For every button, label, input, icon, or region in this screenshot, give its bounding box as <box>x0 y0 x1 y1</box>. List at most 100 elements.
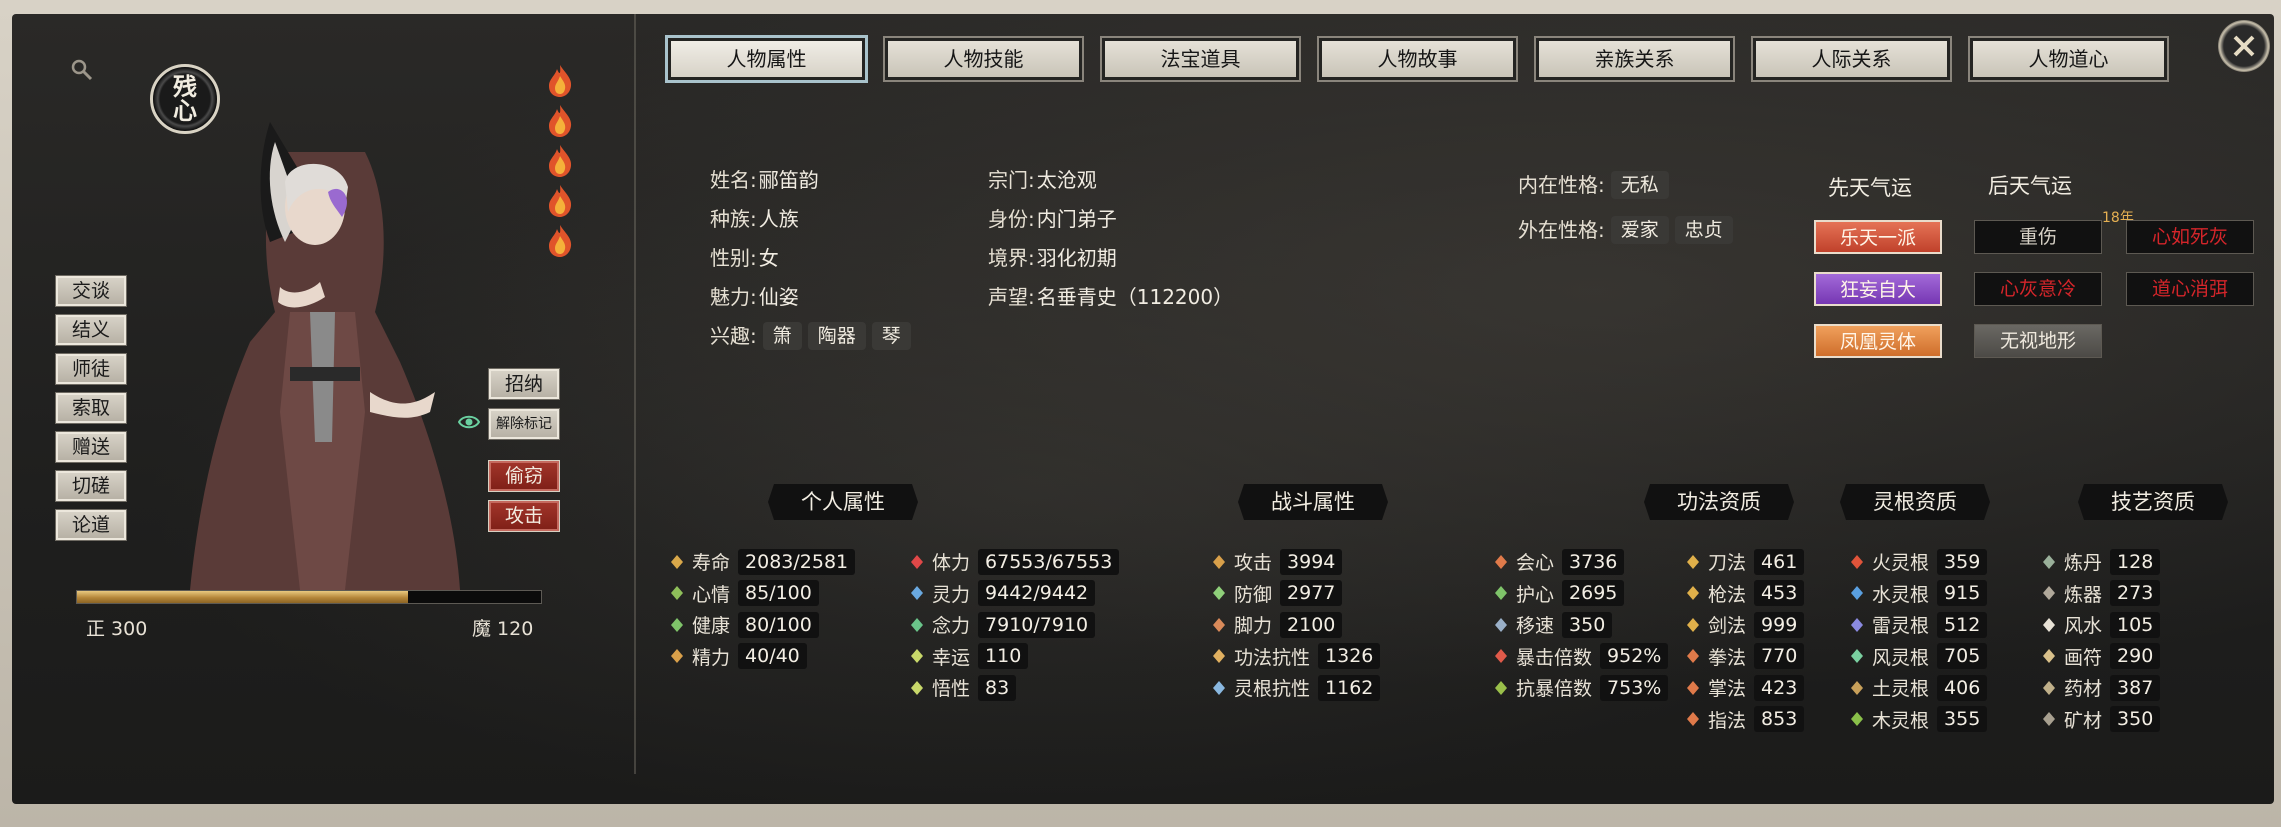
acquired-luck-trait[interactable]: 无视地形 <box>1974 324 2102 358</box>
stat-value: 110 <box>978 643 1029 670</box>
steal-button[interactable]: 偷窃 <box>488 460 560 492</box>
column-divider <box>634 14 636 774</box>
combat-stats-a: 攻击 3994 防御 2977 脚力 2100 功法抗性 1326 灵根抗性 1162 <box>1210 546 1381 704</box>
action-button-1[interactable]: 结义 <box>55 314 127 346</box>
innate-luck-trait[interactable]: 凤凰灵体 <box>1814 324 1942 358</box>
tab-5[interactable]: 人际关系 <box>1751 36 1952 82</box>
race-label: 种族: <box>710 206 757 231</box>
tab-4[interactable]: 亲族关系 <box>1534 36 1735 82</box>
stat-row: 画符 290 <box>2040 641 2161 673</box>
defense-icon <box>1210 584 1228 602</box>
hobby-label: 兴趣: <box>710 323 757 348</box>
action-button-2[interactable]: 师徒 <box>55 353 127 385</box>
stat-name: 防御 <box>1234 583 1273 606</box>
stat-row: 枪法 453 <box>1684 578 1805 610</box>
stat-row: 寿命 2083/2581 <box>668 546 856 578</box>
eye-icon[interactable] <box>458 414 480 430</box>
stat-name: 脚力 <box>1234 615 1273 638</box>
tab-6[interactable]: 人物道心 <box>1968 36 2169 82</box>
palm-icon <box>1684 679 1702 697</box>
stat-value: 85/100 <box>738 580 819 607</box>
close-button[interactable] <box>2218 20 2270 72</box>
tab-2[interactable]: 法宝道具 <box>1100 36 1301 82</box>
stat-value: 2100 <box>1280 611 1343 638</box>
attack-button[interactable]: 攻击 <box>488 500 560 532</box>
profile-basic: 姓名: 郦笛韵 种族: 人族 性别: 女 魅力: 仙姿 兴趣: 箫陶器琴 <box>710 160 917 355</box>
stat-row: 健康 80/100 <box>668 609 855 641</box>
stat-row: 指法 853 <box>1684 704 1805 736</box>
stat-name: 拳法 <box>1708 646 1747 669</box>
hobby-chip: 箫 <box>762 321 802 350</box>
ore-icon <box>2040 710 2058 728</box>
acquired-luck-title: 后天气运 <box>1988 174 2072 198</box>
stat-row: 精力 40/40 <box>668 641 855 673</box>
stat-name: 风水 <box>2064 615 2103 638</box>
sword-icon <box>1684 616 1702 634</box>
stat-value: 355 <box>1937 706 1988 733</box>
lifespan-icon <box>668 553 686 571</box>
wood-root-icon <box>1848 710 1866 728</box>
skill-aptitude-list: 刀法 461 枪法 453 剑法 999 拳法 770 掌法 423 指法 853 <box>1684 546 1805 736</box>
stat-row: 风水 105 <box>2040 609 2161 641</box>
unmark-button[interactable]: 解除标记 <box>488 408 560 440</box>
innate-luck-trait[interactable]: 狂妄自大 <box>1814 272 1942 306</box>
recruit-button[interactable]: 招纳 <box>488 368 560 400</box>
root-aptitude-header: 灵根资质 <box>1840 484 1990 520</box>
action-button-4[interactable]: 赠送 <box>55 431 127 463</box>
stat-row: 移速 350 <box>1492 609 1668 641</box>
character-portrait <box>190 122 460 590</box>
action-button-0[interactable]: 交谈 <box>55 275 127 307</box>
tab-0[interactable]: 人物属性 <box>665 35 868 83</box>
personality: 内在性格: 无私 外在性格: 爱家 忠贞 <box>1518 160 1739 249</box>
stat-value: 350 <box>1562 611 1613 638</box>
search-icon[interactable] <box>70 58 94 82</box>
outer-personality-label: 外在性格: <box>1518 217 1605 242</box>
sect-value: 太沧观 <box>1036 167 1097 192</box>
stat-row: 暴击倍数 952% <box>1492 641 1669 673</box>
stat-value: 2977 <box>1280 580 1343 607</box>
innate-luck-trait[interactable]: 乐天一派 <box>1814 220 1942 254</box>
inner-personality-label: 内在性格: <box>1518 173 1605 197</box>
crit-mult-icon <box>1492 647 1510 665</box>
attack-icon <box>1210 553 1228 571</box>
fist-icon <box>1684 647 1702 665</box>
acquired-luck-trait[interactable]: 心如死灰 <box>2126 220 2254 254</box>
stat-value: 1326 <box>1318 643 1381 670</box>
acquired-luck-trait[interactable]: 心灰意冷 <box>1974 272 2102 306</box>
stat-name: 悟性 <box>932 678 971 701</box>
flame-rank <box>545 64 585 264</box>
action-button-3[interactable]: 索取 <box>55 392 127 424</box>
stat-name: 健康 <box>692 615 731 638</box>
stat-name: 功法抗性 <box>1234 646 1311 669</box>
flame-icon <box>545 144 575 178</box>
root-resist-icon <box>1210 679 1228 697</box>
hobby-chip: 陶器 <box>807 321 866 350</box>
profile-sect: 宗门: 太沧观 身份: 内门弟子 境界: 羽化初期 声望: 名垂青史（112200） <box>988 160 1233 316</box>
stat-value: 290 <box>2110 643 2161 670</box>
stat-name: 风灵根 <box>1872 646 1930 669</box>
stat-row: 抗暴倍数 753% <box>1492 672 1669 704</box>
acquired-luck-trait[interactable]: 道心消弭 <box>2126 272 2254 306</box>
action-button-6[interactable]: 论道 <box>55 509 127 541</box>
stat-value: 273 <box>2110 580 2161 607</box>
action-button-5[interactable]: 切磋 <box>55 470 127 502</box>
gender-value: 女 <box>758 245 779 270</box>
stat-name: 矿材 <box>2064 709 2103 732</box>
stat-row: 会心 3736 <box>1492 546 1668 578</box>
stat-row: 功法抗性 1326 <box>1210 641 1381 673</box>
stat-row: 灵根抗性 1162 <box>1210 672 1381 704</box>
acquired-luck-trait[interactable]: 重伤 <box>1974 220 2102 254</box>
stat-value: 999 <box>1754 611 1805 638</box>
earth-root-icon <box>1848 679 1866 697</box>
stat-value: 1162 <box>1318 674 1381 701</box>
combat-attributes-header: 战斗属性 <box>1238 484 1388 520</box>
tab-3[interactable]: 人物故事 <box>1317 36 1518 82</box>
stat-value: 770 <box>1754 643 1805 670</box>
stat-name: 枪法 <box>1708 583 1747 606</box>
stat-row: 掌法 423 <box>1684 672 1805 704</box>
tab-1[interactable]: 人物技能 <box>883 36 1084 82</box>
alignment-fill <box>77 591 409 603</box>
realm-value: 羽化初期 <box>1036 245 1117 270</box>
stat-value: 2083/2581 <box>738 548 856 575</box>
stat-row: 炼丹 128 <box>2040 546 2161 578</box>
